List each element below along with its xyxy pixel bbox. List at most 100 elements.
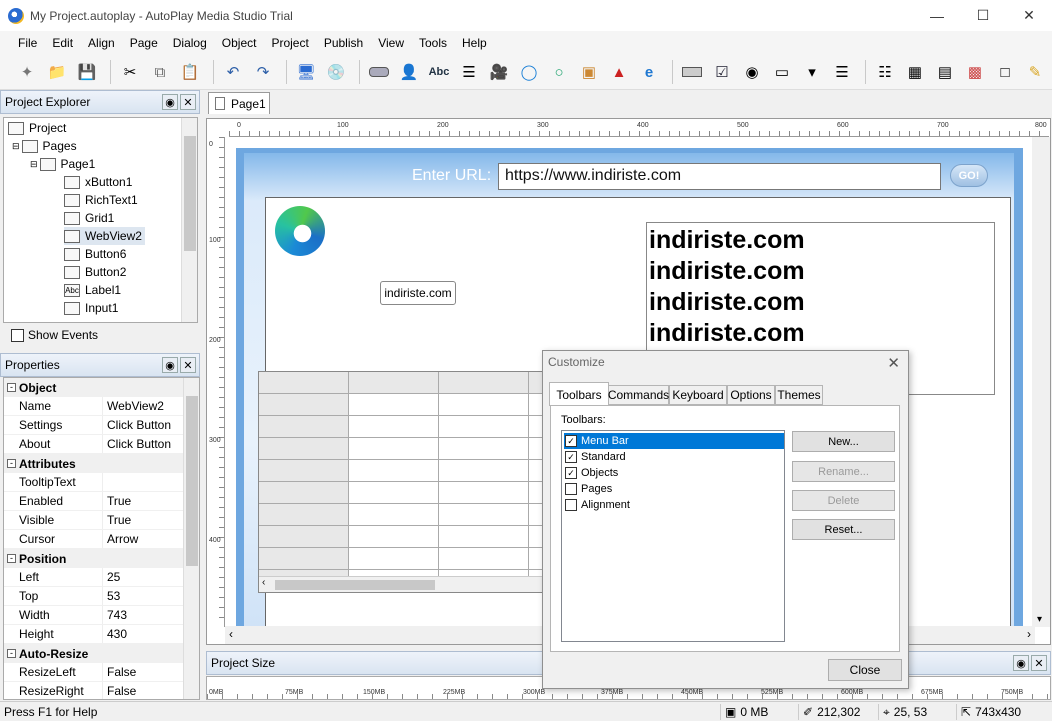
label-object-icon[interactable]: Abc bbox=[426, 59, 452, 85]
tab-toolbars[interactable]: Toolbars bbox=[549, 382, 609, 406]
redo-icon[interactable]: ↷ bbox=[250, 59, 276, 85]
grid-cell[interactable] bbox=[259, 438, 349, 460]
pin-icon[interactable]: ◉ bbox=[162, 357, 178, 373]
prop-row[interactable]: Enabled True bbox=[4, 492, 185, 511]
grid-cell[interactable] bbox=[439, 416, 529, 438]
grid-cell[interactable] bbox=[259, 416, 349, 438]
rename-button[interactable]: Rename... bbox=[792, 461, 895, 482]
checkbox-object-icon[interactable]: ☑ bbox=[709, 59, 735, 85]
checkbox[interactable] bbox=[11, 328, 24, 342]
grid-scrollbar[interactable]: ‹ bbox=[259, 576, 548, 592]
close-window-button[interactable]: ✕ bbox=[1006, 0, 1052, 31]
hotspot-object-icon[interactable]: □ bbox=[992, 59, 1018, 85]
grid-cell[interactable] bbox=[349, 372, 439, 394]
tree-grid1[interactable]: Grid1 bbox=[64, 209, 114, 227]
prop-row[interactable]: Cursor Arrow bbox=[4, 530, 185, 549]
xbutton1-object[interactable]: indiriste.com bbox=[380, 281, 456, 305]
reset-button[interactable]: Reset... bbox=[792, 519, 895, 540]
tab-page1[interactable]: Page1 bbox=[208, 92, 270, 114]
edge-object-icon[interactable]: ○ bbox=[546, 59, 572, 85]
show-events-checkbox[interactable]: Show Events bbox=[3, 325, 198, 345]
grid-cell[interactable] bbox=[439, 504, 529, 526]
menu-help[interactable]: Help bbox=[462, 36, 487, 50]
pin-icon[interactable]: ◉ bbox=[1013, 655, 1029, 671]
tree-page1[interactable]: ⊟ Page1 bbox=[30, 155, 95, 173]
tree-button2[interactable]: Button2 bbox=[64, 263, 126, 281]
prop-row[interactable]: Settings Click Button bbox=[4, 416, 185, 435]
prop-row[interactable]: Name WebView2 bbox=[4, 397, 185, 416]
close-icon[interactable]: ✕ bbox=[180, 94, 196, 110]
menu-view[interactable]: View bbox=[378, 36, 404, 50]
menu-edit[interactable]: Edit bbox=[52, 36, 73, 50]
input-object-icon[interactable] bbox=[679, 59, 705, 85]
grid-cell[interactable] bbox=[349, 548, 439, 570]
menu-file[interactable]: File bbox=[18, 36, 37, 50]
prop-row[interactable]: ResizeRight False bbox=[4, 682, 185, 699]
pdf-object-icon[interactable]: ▲ bbox=[606, 59, 632, 85]
menu-dialog[interactable]: Dialog bbox=[173, 36, 207, 50]
grid-cell[interactable] bbox=[349, 460, 439, 482]
prop-row[interactable]: TooltipText bbox=[4, 473, 185, 492]
slideshow-object-icon[interactable]: ▤ bbox=[932, 59, 958, 85]
toolbar-item-pages[interactable]: Pages bbox=[564, 481, 784, 497]
close-icon[interactable]: ✕ bbox=[887, 354, 900, 372]
toolbar-item-alignment[interactable]: Alignment bbox=[564, 497, 784, 513]
tree-label1[interactable]: Abc Label1 bbox=[64, 281, 121, 299]
publish-cd-icon[interactable]: 💿 bbox=[323, 59, 349, 85]
combobox-object-icon[interactable]: ▾ bbox=[799, 59, 825, 85]
prop-row[interactable]: About Click Button bbox=[4, 435, 185, 454]
prop-row[interactable]: Height 430 bbox=[4, 625, 185, 644]
close-icon[interactable]: ✕ bbox=[1031, 655, 1047, 671]
tree-object-icon[interactable]: ☷ bbox=[872, 59, 898, 85]
grid-cell[interactable] bbox=[439, 394, 529, 416]
properties-scrollbar[interactable] bbox=[183, 378, 199, 699]
grid-cell[interactable] bbox=[439, 482, 529, 504]
xbutton-object-icon[interactable]: ▩ bbox=[962, 59, 988, 85]
category-auto-resize[interactable]: - Auto-Resize bbox=[4, 644, 185, 663]
grid-cell[interactable] bbox=[259, 504, 349, 526]
button-object-icon[interactable] bbox=[366, 59, 392, 85]
pin-icon[interactable]: ◉ bbox=[162, 94, 178, 110]
grid-cell[interactable] bbox=[439, 372, 529, 394]
menu-page[interactable]: Page bbox=[130, 36, 158, 50]
grid-cell[interactable] bbox=[259, 372, 349, 394]
grid-cell[interactable] bbox=[349, 526, 439, 548]
grid-cell[interactable] bbox=[349, 504, 439, 526]
grid-cell[interactable] bbox=[439, 548, 529, 570]
grid-cell[interactable] bbox=[259, 548, 349, 570]
checkbox[interactable] bbox=[565, 499, 577, 511]
grid-cell[interactable] bbox=[259, 460, 349, 482]
toolbar-item-standard[interactable]: ✓ Standard bbox=[564, 449, 784, 465]
menu-align[interactable]: Align bbox=[88, 36, 115, 50]
prop-row[interactable]: Visible True bbox=[4, 511, 185, 530]
url-input[interactable]: https://www.indiriste.com bbox=[498, 163, 941, 190]
grid-cell[interactable] bbox=[439, 526, 529, 548]
video-object-icon[interactable]: 🎥 bbox=[486, 59, 512, 85]
design-vertical-scrollbar[interactable]: ▾ bbox=[1032, 137, 1050, 627]
new-button[interactable]: New... bbox=[792, 431, 895, 452]
cut-icon[interactable]: ✂ bbox=[117, 59, 143, 85]
tab-keyboard[interactable]: Keyboard bbox=[669, 385, 727, 405]
menu-publish[interactable]: Publish bbox=[324, 36, 363, 50]
tree-input1[interactable]: Input1 bbox=[64, 299, 118, 317]
open-folder-icon[interactable]: 📁 bbox=[44, 59, 70, 85]
grid-cell[interactable] bbox=[259, 394, 349, 416]
flash-object-icon[interactable]: ▣ bbox=[576, 59, 602, 85]
menu-tools[interactable]: Tools bbox=[419, 36, 447, 50]
prop-row[interactable]: Width 743 bbox=[4, 606, 185, 625]
category-position[interactable]: - Position bbox=[4, 549, 185, 568]
tree-project[interactable]: Project bbox=[8, 119, 66, 137]
toolbar-item-menu-bar[interactable]: ✓ Menu Bar bbox=[564, 433, 784, 449]
toolbars-list[interactable]: ✓ Menu Bar ✓ Standard ✓ Objects Pages Align… bbox=[561, 430, 785, 642]
checkbox[interactable]: ✓ bbox=[565, 435, 577, 447]
delete-button[interactable]: Delete bbox=[792, 490, 895, 511]
undo-icon[interactable]: ↶ bbox=[220, 59, 246, 85]
grid1-object[interactable]: ‹ bbox=[258, 371, 549, 593]
pencil-icon[interactable]: ✎ bbox=[1022, 59, 1048, 85]
tree-pages[interactable]: ⊟ Pages bbox=[12, 137, 77, 155]
menu-object[interactable]: Object bbox=[222, 36, 257, 50]
checkbox[interactable]: ✓ bbox=[565, 451, 577, 463]
grid-cell[interactable] bbox=[439, 460, 529, 482]
grid-cell[interactable] bbox=[259, 482, 349, 504]
close-button[interactable]: Close bbox=[828, 659, 902, 681]
